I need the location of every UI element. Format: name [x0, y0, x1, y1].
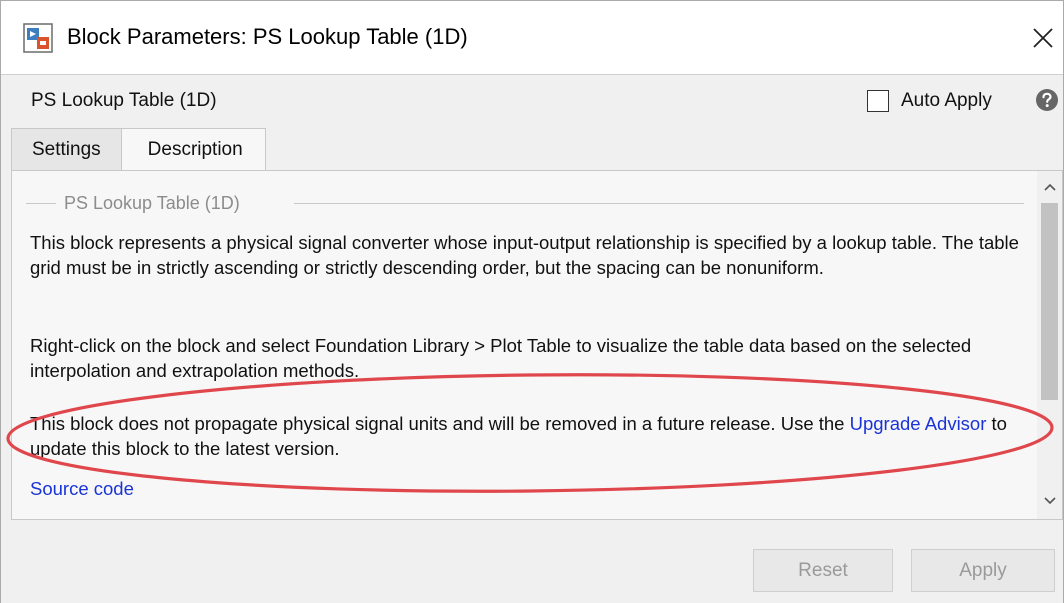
block-parameters-dialog: Block Parameters: PS Lookup Table (1D) P… — [0, 0, 1064, 603]
dialog-footer: Reset Apply — [1, 521, 1063, 603]
scroll-up-arrow-icon[interactable] — [1037, 175, 1062, 199]
auto-apply-label: Auto Apply — [901, 90, 992, 111]
deprecation-text: This block does not propagate physical s… — [30, 413, 850, 434]
tab-bar: Settings Description — [11, 128, 266, 171]
group-legend: PS Lookup Table (1D) — [26, 191, 248, 215]
description-paragraph: Right-click on the block and select Foun… — [30, 335, 972, 381]
help-icon[interactable] — [1035, 88, 1059, 112]
title-bar: Block Parameters: PS Lookup Table (1D) — [1, 1, 1063, 75]
close-button[interactable] — [1027, 19, 1059, 57]
legend-divider — [26, 202, 56, 204]
scroll-down-arrow-icon[interactable] — [1037, 489, 1062, 513]
source-code-link[interactable]: Source code — [30, 476, 134, 501]
description-paragraph: This block represents a physical signal … — [30, 232, 1019, 278]
vertical-scrollbar[interactable] — [1037, 171, 1062, 519]
dialog-header: PS Lookup Table (1D) Auto Apply — [1, 76, 1063, 128]
upgrade-advisor-link[interactable]: Upgrade Advisor — [850, 413, 987, 434]
tab-description[interactable]: Description — [121, 128, 266, 171]
block-name-label: PS Lookup Table (1D) — [31, 90, 217, 111]
reset-button[interactable]: Reset — [753, 549, 893, 592]
auto-apply-toggle[interactable]: Auto Apply — [867, 86, 992, 116]
tab-settings[interactable]: Settings — [11, 128, 122, 171]
apply-button[interactable]: Apply — [911, 549, 1055, 592]
scrollbar-thumb[interactable] — [1041, 203, 1058, 400]
description-panel: PS Lookup Table (1D) This block represen… — [11, 170, 1063, 520]
legend-divider — [294, 203, 1024, 204]
auto-apply-checkbox[interactable] — [867, 90, 889, 112]
simulink-block-icon — [23, 23, 53, 53]
window-title: Block Parameters: PS Lookup Table (1D) — [67, 24, 468, 49]
close-icon — [1033, 28, 1053, 48]
description-paragraph: This block does not propagate physical s… — [30, 411, 1030, 461]
group-title: PS Lookup Table (1D) — [64, 192, 240, 213]
